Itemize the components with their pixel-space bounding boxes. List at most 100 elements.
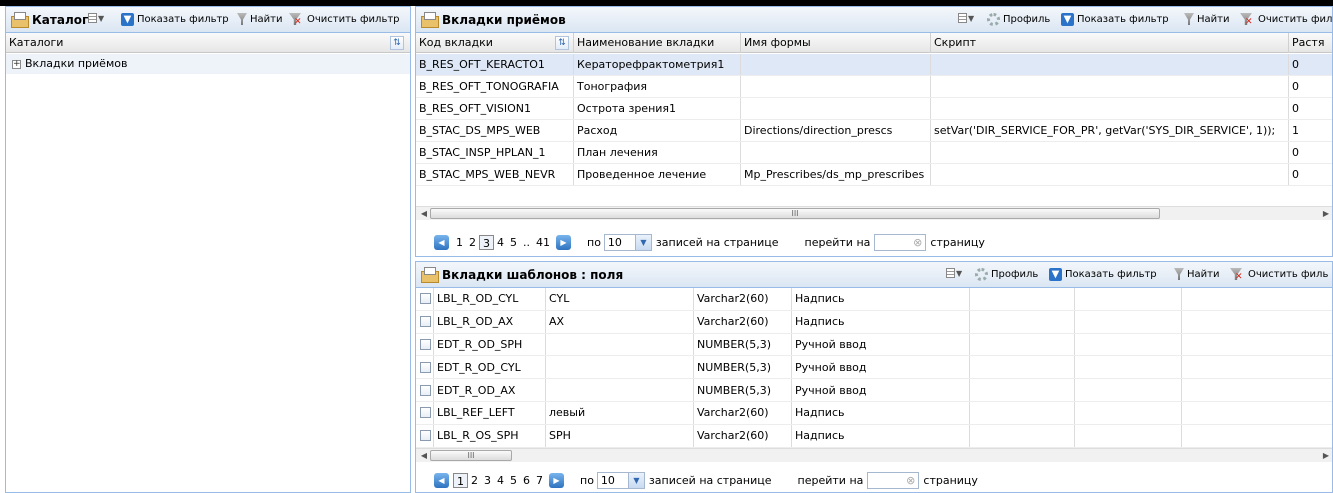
table-cell [741, 142, 931, 163]
page-number-link[interactable]: 2 [468, 473, 481, 488]
col-stretch[interactable]: Растя [1289, 33, 1332, 53]
table-cell: setVar('DIR_SERVICE_FOR_PR', getVar('SYS… [931, 120, 1289, 141]
table-cell [546, 379, 694, 401]
sort-icon[interactable]: ⇅ [555, 36, 569, 50]
next-page-arrow-icon[interactable]: ▶ [556, 234, 571, 250]
prev-page-arrow-icon[interactable]: ◀ [434, 234, 449, 250]
col-code[interactable]: Код вкладки [416, 33, 574, 53]
page-number-link[interactable]: 1 [453, 235, 466, 250]
tabs-columns-menu[interactable]: ▼ [958, 13, 974, 23]
page-number-link[interactable]: 5 [507, 473, 520, 488]
table-cell: NUMBER(5,3) [694, 356, 792, 379]
catalog-column-header[interactable]: Каталоги ⇅ [6, 33, 410, 53]
table-cell: Надпись [792, 424, 970, 447]
catalog-find-button[interactable]: Найти [237, 13, 282, 25]
table-row[interactable]: B_STAC_INSP_HPLAN_1 План лечения 0 [416, 142, 1332, 164]
row-checkbox[interactable] [420, 338, 431, 350]
table-cell: 0 [1289, 98, 1332, 119]
col-form[interactable]: Имя формы [741, 33, 931, 53]
table-cell [1182, 356, 1332, 378]
fields-horizontal-scrollbar[interactable]: ◀ III ▶ [416, 448, 1332, 462]
scroll-thumb[interactable]: III [430, 450, 512, 461]
show-filter-icon: ▼ [1049, 268, 1062, 281]
tabs-find-button[interactable]: Найти [1184, 13, 1229, 25]
tabs-show-filter-button[interactable]: ▼ Показать фильтр [1061, 13, 1169, 26]
table-cell: Острота зрения1 [574, 98, 741, 119]
row-checkbox[interactable] [420, 407, 431, 419]
expand-plus-icon[interactable]: + [12, 59, 21, 69]
page-number-link[interactable]: 41 [533, 235, 553, 250]
scroll-thumb[interactable]: III [430, 208, 1160, 219]
table-cell: Varchar2(60) [694, 310, 792, 333]
per-page-input[interactable]: 10 [596, 471, 629, 489]
page-number-link[interactable]: 7 [533, 473, 546, 488]
page-number-link[interactable]: 4 [494, 235, 507, 250]
row-checkbox[interactable] [420, 361, 431, 373]
table-row[interactable]: EDT_R_OD_AX NUMBER(5,3) Ручной ввод [416, 379, 1332, 402]
page-number-link[interactable]: 2 [466, 235, 479, 250]
table-cell [1075, 310, 1182, 333]
per-page-input[interactable]: 10 [603, 233, 636, 251]
row-checkbox[interactable] [420, 316, 431, 328]
page-number-link[interactable]: 5 [507, 235, 520, 250]
tree-item-tabs[interactable]: + Вкладки приёмов [6, 54, 410, 74]
scroll-right-arrow-icon[interactable]: ▶ [1320, 449, 1332, 463]
per-page-dropdown-icon[interactable]: ▼ [635, 233, 652, 251]
table-row[interactable]: B_RES_OFT_TONOGRAFIA Тонография 0 [416, 76, 1332, 98]
table-row[interactable]: EDT_R_OD_SPH NUMBER(5,3) Ручной ввод [416, 333, 1332, 357]
fields-find-button[interactable]: Найти [1174, 268, 1219, 280]
table-cell [931, 76, 1289, 97]
page-number-link[interactable]: 4 [494, 473, 507, 488]
table-row[interactable]: B_STAC_DS_MPS_WEB Расход Directions/direct… [416, 120, 1332, 142]
tabs-clear-filter-button[interactable]: ✕ Очистить фильтр [1240, 13, 1332, 27]
table-row[interactable]: LBL_R_OD_CYL CYL Varchar2(60) Надпись [416, 288, 1332, 311]
table-cell [1075, 356, 1182, 379]
funnel-icon [1184, 13, 1194, 25]
tabs-profile-button[interactable]: Профиль [987, 13, 1050, 26]
col-name[interactable]: Наименование вкладки [574, 33, 741, 53]
table-row[interactable]: B_RES_OFT_KERACTO1 Кераторефрактометрия1 0 [416, 54, 1332, 76]
table-cell: 0 [1289, 164, 1332, 185]
table-cell: 0 [1289, 76, 1332, 97]
page-number-link[interactable]: 1 [453, 472, 468, 488]
page-number-link[interactable]: 3 [479, 234, 494, 250]
fields-columns-menu[interactable]: ▼ [946, 268, 962, 278]
fields-profile-button[interactable]: Профиль [975, 268, 1038, 281]
table-row[interactable]: LBL_R_OS_SPH SPH Varchar2(60) Надпись [416, 424, 1332, 448]
scroll-right-arrow-icon[interactable]: ▶ [1320, 207, 1332, 221]
row-checkbox[interactable] [420, 430, 431, 442]
catalog-clear-filter-button[interactable]: ✕ Очистить фильтр [289, 13, 400, 27]
table-row[interactable]: LBL_REF_LEFT левый Varchar2(60) Надпись [416, 402, 1332, 425]
page-number-link[interactable]: 3 [481, 473, 494, 488]
sort-icon[interactable]: ⇅ [390, 36, 404, 50]
fields-show-filter-button[interactable]: ▼ Показать фильтр [1049, 268, 1157, 281]
row-checkbox[interactable] [420, 384, 431, 396]
per-page-label: по [587, 235, 601, 249]
fields-clear-filter-button[interactable]: ✕ Очистить филь [1230, 268, 1328, 282]
catalog-show-filter-button[interactable]: ▼ Показать фильтр [121, 13, 229, 26]
table-row[interactable]: LBL_R_OD_AX AX Varchar2(60) Надпись [416, 310, 1332, 334]
row-checkbox-cell [416, 379, 434, 401]
table-cell: LBL_R_OS_SPH [434, 424, 546, 447]
prev-page-arrow-icon[interactable]: ◀ [434, 472, 449, 488]
goto-page-input[interactable]: ⊗ [874, 233, 927, 251]
row-checkbox-cell [416, 333, 434, 356]
table-cell [1075, 379, 1182, 401]
row-checkbox[interactable] [420, 293, 431, 305]
col-script[interactable]: Скрипт [931, 33, 1289, 53]
row-checkbox-cell [416, 424, 434, 447]
scroll-left-arrow-icon[interactable]: ◀ [418, 207, 430, 221]
scroll-left-arrow-icon[interactable]: ◀ [418, 449, 430, 463]
table-row[interactable]: B_RES_OFT_VISION1 Острота зрения1 0 [416, 98, 1332, 120]
next-page-arrow-icon[interactable]: ▶ [549, 472, 564, 488]
page-number-link[interactable]: 6 [520, 473, 533, 488]
tabs-horizontal-scrollbar[interactable]: ◀ III ▶ [416, 206, 1332, 220]
goto-page-input[interactable]: ⊗ [867, 471, 920, 489]
page-number-link: .. [523, 235, 530, 249]
table-row[interactable]: B_STAC_MPS_WEB_NEVR Проведенное лечение Mp… [416, 164, 1332, 186]
per-page-dropdown-icon[interactable]: ▼ [628, 471, 645, 489]
find-label: Найти [250, 13, 283, 25]
table-cell [931, 98, 1289, 119]
catalog-columns-menu[interactable]: ▼ [88, 13, 104, 23]
table-row[interactable]: EDT_R_OD_CYL NUMBER(5,3) Ручной ввод [416, 356, 1332, 380]
